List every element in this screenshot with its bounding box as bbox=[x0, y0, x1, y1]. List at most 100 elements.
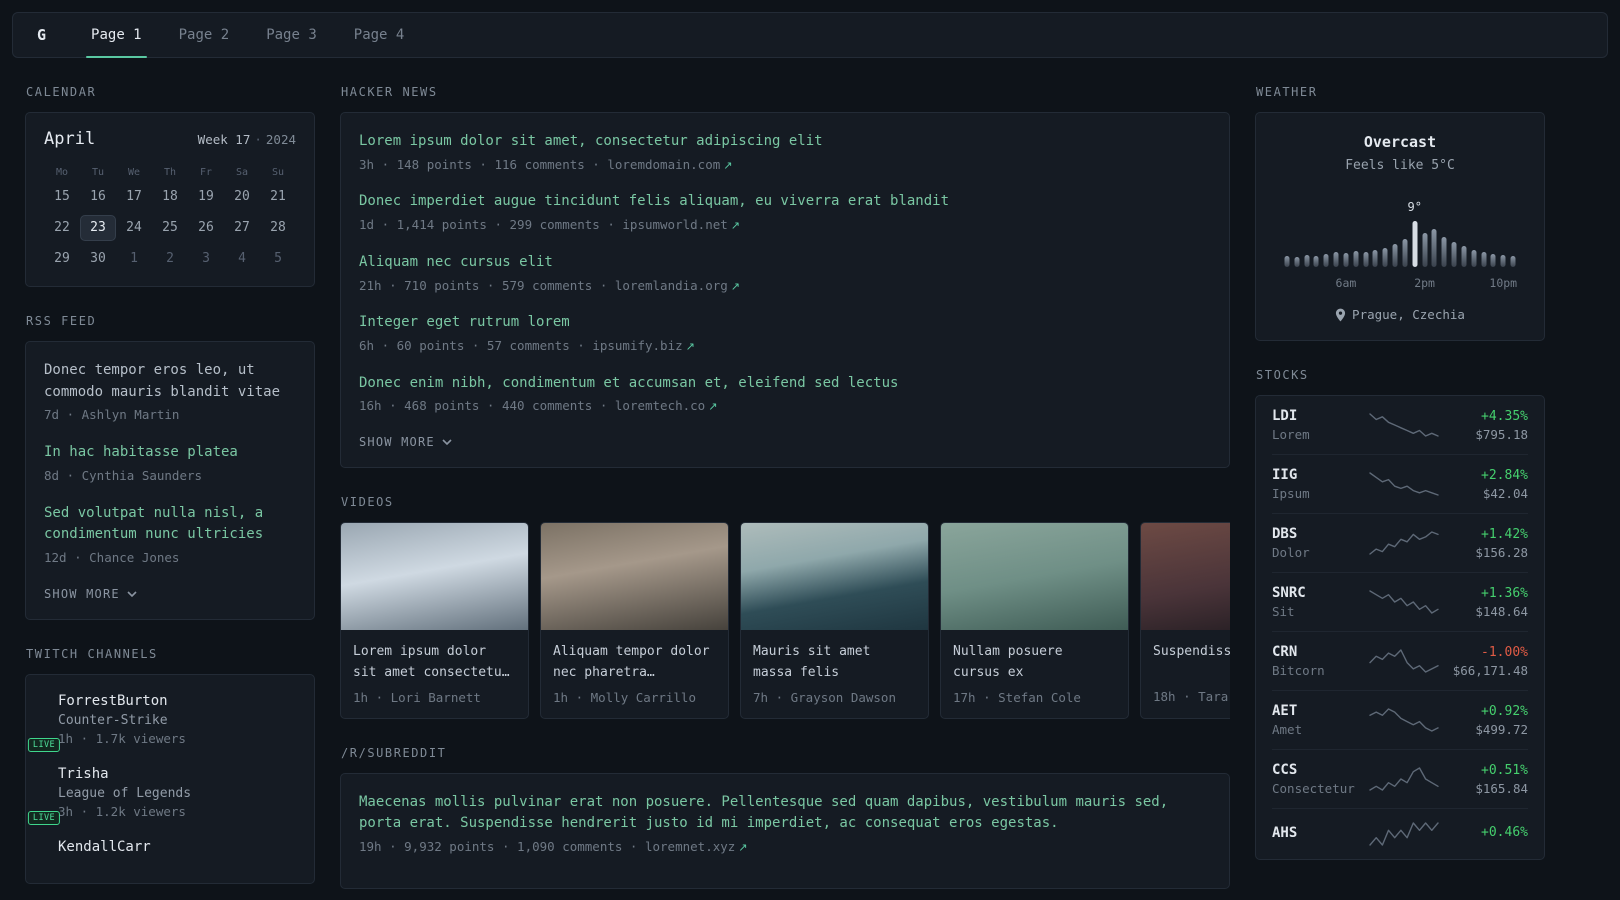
hackernews-item-link[interactable]: Integer eget rutrum lorem bbox=[359, 312, 1211, 334]
weather-hour-bar bbox=[1372, 250, 1378, 267]
page-tab[interactable]: Page 1 bbox=[86, 13, 147, 58]
rss-item-link[interactable]: Donec tempor eros leo, ut commodo mauris… bbox=[44, 360, 296, 403]
stock-row[interactable]: AET Amet +0.92% $499.72 bbox=[1272, 690, 1528, 749]
stock-price: $66,171.48 bbox=[1452, 662, 1528, 678]
hackernews-section-title: HACKER NEWS bbox=[341, 85, 438, 99]
weather-hour-bar bbox=[1510, 256, 1516, 267]
item-domain: loremtech.co bbox=[614, 398, 706, 414]
twitch-channel-row[interactable]: LIVE Trisha League of Legends 3h · 1.2k … bbox=[27, 766, 296, 825]
stock-right: +2.84% $42.04 bbox=[1440, 468, 1528, 501]
rss-list: Donec tempor eros leo, ut commodo mauris… bbox=[44, 360, 296, 568]
hackernews-item: Donec enim nibh, condimentum et accumsan… bbox=[359, 373, 1211, 416]
hackernews-item-link[interactable]: Donec imperdiet augue tincidunt felis al… bbox=[359, 191, 1211, 213]
video-card[interactable]: Mauris sit amet massa felis 7h · Grayson… bbox=[740, 522, 929, 719]
hackernews-widget: Lorem ipsum dolor sit amet, consectetur … bbox=[340, 112, 1230, 469]
show-more-label: SHOW MORE bbox=[359, 435, 435, 450]
stock-row[interactable]: IIG Ipsum +2.84% $42.04 bbox=[1272, 454, 1528, 513]
stock-right: +0.92% $499.72 bbox=[1440, 704, 1528, 737]
video-thumbnail bbox=[341, 523, 528, 631]
item-domain-link[interactable]: loremtech.co ↗ bbox=[615, 398, 718, 413]
video-title: Nullam posuere cursus ex bbox=[953, 644, 1063, 680]
item-domain-link[interactable]: loremdomain.com ↗ bbox=[607, 157, 732, 172]
videos-section-title: VIDEOS bbox=[341, 495, 394, 510]
stock-change: +0.92% bbox=[1481, 703, 1528, 719]
weather-hour-bar bbox=[1343, 253, 1349, 267]
weather-section-title: WEATHER bbox=[1256, 85, 1318, 99]
rss-section-title: RSS FEED bbox=[26, 314, 97, 328]
item-domain-link[interactable]: ipsumify.biz ↗ bbox=[592, 338, 695, 353]
rss-item-link[interactable]: In hac habitasse platea bbox=[44, 442, 296, 464]
stock-change: +4.35% bbox=[1481, 408, 1528, 424]
calendar-day-cell: 19 bbox=[198, 189, 214, 204]
subreddit-widget: Maecenas mollis pulvinar erat non posuer… bbox=[340, 772, 1230, 889]
video-body: Mauris sit amet massa felis 7h · Grayson… bbox=[741, 630, 928, 718]
rss-show-more-button[interactable]: SHOW MORE bbox=[44, 585, 137, 605]
weather-hour-bar bbox=[1402, 239, 1408, 267]
weather-hour-bar bbox=[1284, 256, 1290, 267]
stock-price: $499.72 bbox=[1475, 721, 1528, 737]
twitch-channel-row[interactable]: KendallCarr bbox=[44, 839, 296, 859]
item-domain: ipsumify.biz bbox=[592, 338, 683, 353]
external-link-icon: ↗ bbox=[708, 400, 718, 414]
stock-sparkline bbox=[1368, 707, 1440, 733]
hackernews-show-more-button[interactable]: SHOW MORE bbox=[359, 433, 452, 453]
weather-condition: Overcast bbox=[1363, 133, 1437, 151]
stock-symbol: CRN bbox=[1272, 644, 1298, 660]
stock-row[interactable]: CCS Consectetur +0.51% $165.84 bbox=[1272, 749, 1528, 808]
twitch-widget: LIVE ForrestBurton Counter-Strike 1h · 1… bbox=[25, 673, 315, 884]
item-domain-link[interactable]: loremnet.xyz ↗ bbox=[645, 839, 748, 854]
stock-left: CCS Consectetur bbox=[1272, 762, 1368, 796]
stock-right: +1.42% $156.28 bbox=[1440, 527, 1528, 560]
subreddit-item-link[interactable]: Maecenas mollis pulvinar erat non posuer… bbox=[359, 792, 1211, 835]
rss-item-link[interactable]: Sed volutpat nulla nisl, a condimentum n… bbox=[44, 503, 296, 546]
hackernews-item-meta: 6h · 60 points · 57 comments · ipsumify.… bbox=[359, 337, 1211, 356]
stock-row[interactable]: AHS +0.46% bbox=[1272, 808, 1528, 859]
calendar-day-cell: 18 bbox=[162, 189, 178, 204]
video-card[interactable]: Aliquam tempor dolor nec pharetra… 1h · … bbox=[540, 522, 729, 719]
hackernews-item-link[interactable]: Lorem ipsum dolor sit amet, consectetur … bbox=[359, 131, 1211, 153]
stock-row[interactable]: DBS Dolor +1.42% $156.28 bbox=[1272, 513, 1528, 572]
stock-row[interactable]: CRN Bitcorn -1.00% $66,171.48 bbox=[1272, 631, 1528, 690]
video-thumbnail bbox=[541, 523, 728, 631]
calendar-day-cell: 15 bbox=[54, 189, 70, 204]
app-logo[interactable]: G bbox=[37, 13, 46, 57]
external-link-icon: ↗ bbox=[723, 158, 733, 172]
stock-right: +0.46% bbox=[1440, 825, 1528, 843]
weather-hour-bar bbox=[1481, 252, 1487, 267]
stock-sparkline bbox=[1368, 471, 1440, 497]
weather-hour-bar bbox=[1333, 252, 1339, 267]
item-domain-link[interactable]: loremlandia.org ↗ bbox=[615, 278, 740, 293]
stock-left: AHS bbox=[1272, 825, 1368, 844]
video-card[interactable]: Nullam posuere cursus ex 17h · Stefan Co… bbox=[940, 522, 1129, 719]
stock-price: $165.84 bbox=[1475, 780, 1528, 796]
hackernews-item-link[interactable]: Donec enim nibh, condimentum et accumsan… bbox=[359, 373, 1211, 395]
stock-row[interactable]: LDI Lorem +4.35% $795.18 bbox=[1272, 396, 1528, 454]
stock-sparkline bbox=[1368, 766, 1440, 792]
weather-widget: Overcast Feels like 5°C 9° 6am 2pm 10pm Pr… bbox=[1255, 112, 1545, 341]
page-tabs: Page 1 Page 2 Page 3 Page 4 bbox=[86, 13, 436, 58]
stock-left: CRN Bitcorn bbox=[1272, 644, 1368, 678]
weather-time-label: 6am bbox=[1335, 276, 1357, 290]
weather-hour-bar bbox=[1294, 257, 1300, 267]
twitch-channel-row[interactable]: LIVE ForrestBurton Counter-Strike 1h · 1… bbox=[27, 693, 296, 752]
stock-row[interactable]: SNRC Sit +1.36% $148.64 bbox=[1272, 572, 1528, 631]
page-tab[interactable]: Page 3 bbox=[261, 13, 322, 57]
hackernews-item-meta: 21h · 710 points · 579 comments · loreml… bbox=[359, 277, 1211, 296]
video-card[interactable]: Lorem ipsum dolor sit amet consectetu… 1… bbox=[340, 522, 529, 719]
page-tab[interactable]: Page 4 bbox=[349, 13, 410, 57]
video-card[interactable]: Suspendisse diam 18h · Tara bbox=[1140, 522, 1230, 719]
weather-hour-bar bbox=[1471, 250, 1477, 267]
calendar-day-cell: 26 bbox=[198, 220, 214, 235]
weather-hour-bar bbox=[1422, 233, 1428, 267]
weather-hour-bar bbox=[1490, 254, 1496, 267]
video-title: Lorem ipsum dolor sit amet consectetu… bbox=[353, 644, 510, 680]
calendar-day-cell: 29 bbox=[54, 251, 70, 266]
calendar-day-cell: 4 bbox=[238, 251, 246, 266]
item-domain-link[interactable]: ipsumworld.net ↗ bbox=[622, 217, 740, 232]
stock-name: Sit bbox=[1272, 604, 1295, 619]
stock-right: -1.00% $66,171.48 bbox=[1440, 645, 1528, 678]
item-stats: 16h · 468 points · 440 comments · bbox=[359, 398, 608, 414]
hackernews-item-link[interactable]: Aliquam nec cursus elit bbox=[359, 252, 1211, 274]
stock-left: SNRC Sit bbox=[1272, 585, 1368, 619]
page-tab[interactable]: Page 2 bbox=[174, 13, 235, 57]
